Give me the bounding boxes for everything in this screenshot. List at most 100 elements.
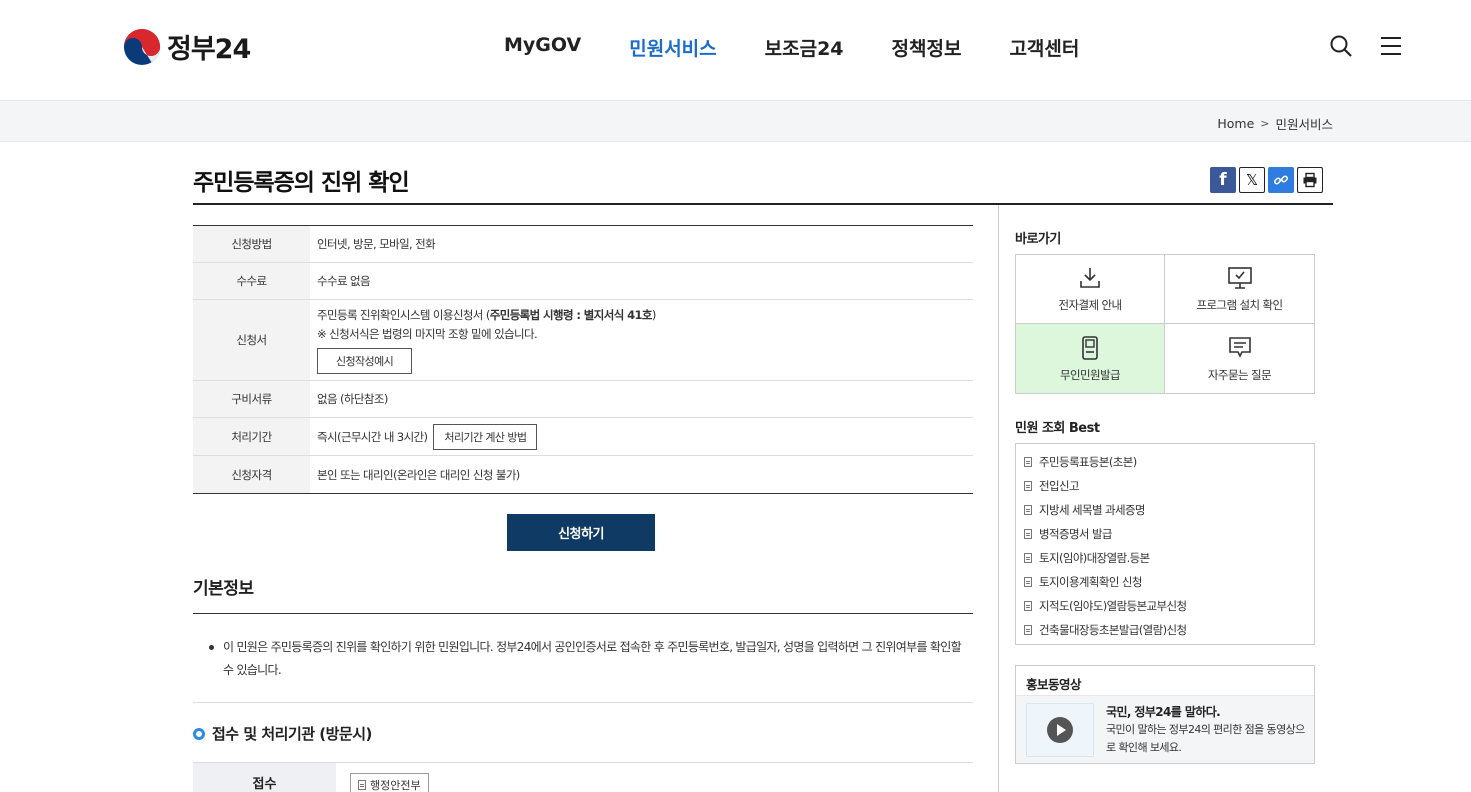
list-item[interactable]: 주민등록표등본(초본) (1024, 450, 1306, 474)
document-icon (1024, 505, 1032, 515)
description-text: 이 민원은 주민등록증의 진위를 확인하기 위한 민원입니다. 정부24에서 공… (223, 640, 962, 677)
best-list: 주민등록표등본(초본) 전입신고 지방세 세목별 과세증명 병적증명서 발급 토… (1015, 443, 1315, 645)
link-icon[interactable] (1268, 167, 1294, 193)
promo-headline[interactable]: 국민, 정부24를 말하다. (1106, 703, 1221, 720)
list-item[interactable]: 지적도(임야도)열람등본교부신청 (1024, 594, 1306, 618)
download-icon (1080, 268, 1100, 288)
apply-button[interactable]: 신청하기 (507, 514, 655, 551)
quick-links-grid: 전자결제 안내 프로그램 설치 확인 무인민원발급 자주묻는 질문 (1015, 254, 1315, 394)
basic-info-description: 이 민원은 주민등록증의 진위를 확인하기 위한 민원입니다. 정부24에서 공… (205, 636, 965, 682)
promo-body: 국민, 정부24를 말하다. 국민이 말하는 정부24의 편리한 점을 동영상으… (1016, 696, 1314, 763)
list-item-label: 전입신고 (1039, 479, 1080, 493)
agency-section-title: 접수 및 처리기관 (방문시) (193, 723, 372, 744)
quick-link-label: 전자결제 안내 (1058, 298, 1123, 312)
period-calc-button[interactable]: 처리기간 계산 방법 (433, 423, 538, 450)
agency-name: 행정안전부 (370, 779, 421, 792)
bullet-icon (209, 645, 214, 650)
basic-info-title: 기본정보 (193, 579, 254, 599)
play-icon[interactable] (1047, 717, 1073, 743)
table-row: 처리기간 즉시(근무시간 내 3시간) 처리기간 계산 방법 (193, 418, 973, 456)
breadcrumb-home[interactable]: Home (1217, 116, 1254, 131)
title-divider (193, 203, 1333, 205)
list-item-label: 병적증명서 발급 (1039, 527, 1113, 541)
facebook-icon[interactable]: f (1210, 167, 1236, 193)
section-divider (193, 613, 973, 614)
list-item-label: 주민등록표등본(초본) (1039, 455, 1137, 469)
docs-label: 구비서류 (193, 381, 310, 417)
circle-bullet-icon (193, 727, 205, 740)
list-item-label: 토지이용계획확인 신청 (1039, 575, 1142, 589)
form-law-link[interactable]: 주민등록법 시행령 : 별지서식 41호 (490, 308, 653, 322)
search-icon[interactable] (1329, 34, 1353, 58)
fee-label: 수수료 (193, 263, 310, 299)
agency-table: 접수 행정안전부 (193, 762, 973, 792)
monitor-check-icon (1227, 267, 1252, 289)
document-icon (1024, 601, 1032, 611)
promo-video-box: 홍보동영상 국민, 정부24를 말하다. 국민이 말하는 정부24의 편리한 점… (1015, 665, 1315, 764)
list-item-label: 지적도(임야도)열람등본교부신청 (1039, 599, 1187, 613)
document-icon (1024, 457, 1032, 467)
qualification-label: 신청자격 (193, 456, 310, 493)
chevron-right-icon: > (1260, 117, 1270, 130)
header-actions (1329, 34, 1403, 58)
print-icon[interactable] (1297, 167, 1323, 193)
list-item[interactable]: 지방세 세목별 과세증명 (1024, 498, 1306, 522)
site-logo[interactable]: 정부24 (123, 27, 251, 66)
receive-label: 접수 (193, 763, 336, 792)
form-example-button[interactable]: 신청작성예시 (317, 347, 413, 374)
list-item-label: 토지(임야)대장열람.등본 (1039, 551, 1150, 565)
quick-link-kiosk[interactable]: 무인민원발급 (1016, 324, 1165, 393)
quick-link-faq[interactable]: 자주묻는 질문 (1165, 324, 1314, 393)
nav-item-customer-center[interactable]: 고객센터 (985, 34, 1103, 61)
quick-link-label: 프로그램 설치 확인 (1196, 298, 1284, 312)
nav-item-civil-service[interactable]: 민원서비스 (605, 34, 740, 61)
best-title: 민원 조회 Best (1015, 421, 1100, 436)
section-divider (193, 702, 973, 703)
table-row: 신청방법 인터넷, 방문, 모바일, 전화 (193, 226, 973, 263)
agency-tag[interactable]: 행정안전부 (350, 773, 429, 792)
docs-value: 없음 (하단참조) (317, 392, 388, 406)
document-icon (1024, 553, 1032, 563)
document-icon (1024, 481, 1032, 491)
x-twitter-icon[interactable]: 𝕏 (1239, 167, 1265, 193)
quick-links-title: 바로가기 (1015, 232, 1061, 247)
breadcrumb: Home > 민원서비스 (1217, 114, 1333, 133)
form-name: 주민등록 진위확인시스템 이용신청서 (주민등록법 시행령 : 별지서식 41호… (317, 307, 966, 323)
building-icon (358, 780, 366, 790)
form-name-post: ) (651, 307, 656, 322)
share-buttons: f 𝕏 (1210, 167, 1323, 193)
fee-value: 수수료 없음 (317, 274, 371, 288)
period-line: 즉시(근무시간 내 3시간) 처리기간 계산 방법 (317, 423, 966, 450)
kiosk-icon (1082, 335, 1098, 360)
menu-icon[interactable] (1379, 34, 1403, 58)
form-value: 주민등록 진위확인시스템 이용신청서 (주민등록법 시행령 : 별지서식 41호… (310, 300, 973, 380)
video-thumbnail[interactable] (1026, 703, 1094, 757)
table-row: 수수료 수수료 없음 (193, 263, 973, 300)
list-item-label: 지방세 세목별 과세증명 (1039, 503, 1146, 517)
list-item[interactable]: 토지이용계획확인 신청 (1024, 570, 1306, 594)
method-value: 인터넷, 방문, 모바일, 전화 (317, 237, 436, 251)
logo-text: 정부24 (167, 34, 251, 65)
breadcrumb-bar: Home > 민원서비스 (0, 101, 1471, 142)
form-label: 신청서 (193, 300, 310, 380)
list-item[interactable]: 전입신고 (1024, 474, 1306, 498)
service-info-table: 신청방법 인터넷, 방문, 모바일, 전화 수수료 수수료 없음 신청서 주민등… (193, 225, 973, 494)
form-note: ※ 신청서식은 법령의 마지막 조항 밑에 있습니다. (317, 326, 538, 341)
period-value: 즉시(근무시간 내 3시간) 처리기간 계산 방법 (310, 418, 973, 455)
quick-link-epayment[interactable]: 전자결제 안내 (1016, 255, 1165, 324)
list-item[interactable]: 건축물대장등초본발급(열람)신청 (1024, 618, 1306, 642)
period-text: 즉시(근무시간 내 3시간) (317, 429, 428, 444)
nav-item-subsidy[interactable]: 보조금24 (741, 34, 868, 61)
form-name-pre: 주민등록 진위확인시스템 이용신청서 ( (317, 307, 490, 322)
list-item[interactable]: 병적증명서 발급 (1024, 522, 1306, 546)
main-nav: MyGOV 민원서비스 보조금24 정책정보 고객센터 (480, 34, 1103, 61)
quick-link-program-check[interactable]: 프로그램 설치 확인 (1165, 255, 1314, 324)
agency-title-text: 접수 및 처리기관 (방문시) (212, 725, 372, 743)
column-divider (998, 205, 999, 792)
list-item[interactable]: 토지(임야)대장열람.등본 (1024, 546, 1306, 570)
nav-item-mygov[interactable]: MyGOV (480, 34, 605, 61)
table-row: 신청서 주민등록 진위확인시스템 이용신청서 (주민등록법 시행령 : 별지서식… (193, 300, 973, 381)
list-item-label: 건축물대장등초본발급(열람)신청 (1039, 623, 1187, 637)
nav-item-policy[interactable]: 정책정보 (868, 34, 986, 61)
breadcrumb-current[interactable]: 민원서비스 (1275, 114, 1333, 133)
